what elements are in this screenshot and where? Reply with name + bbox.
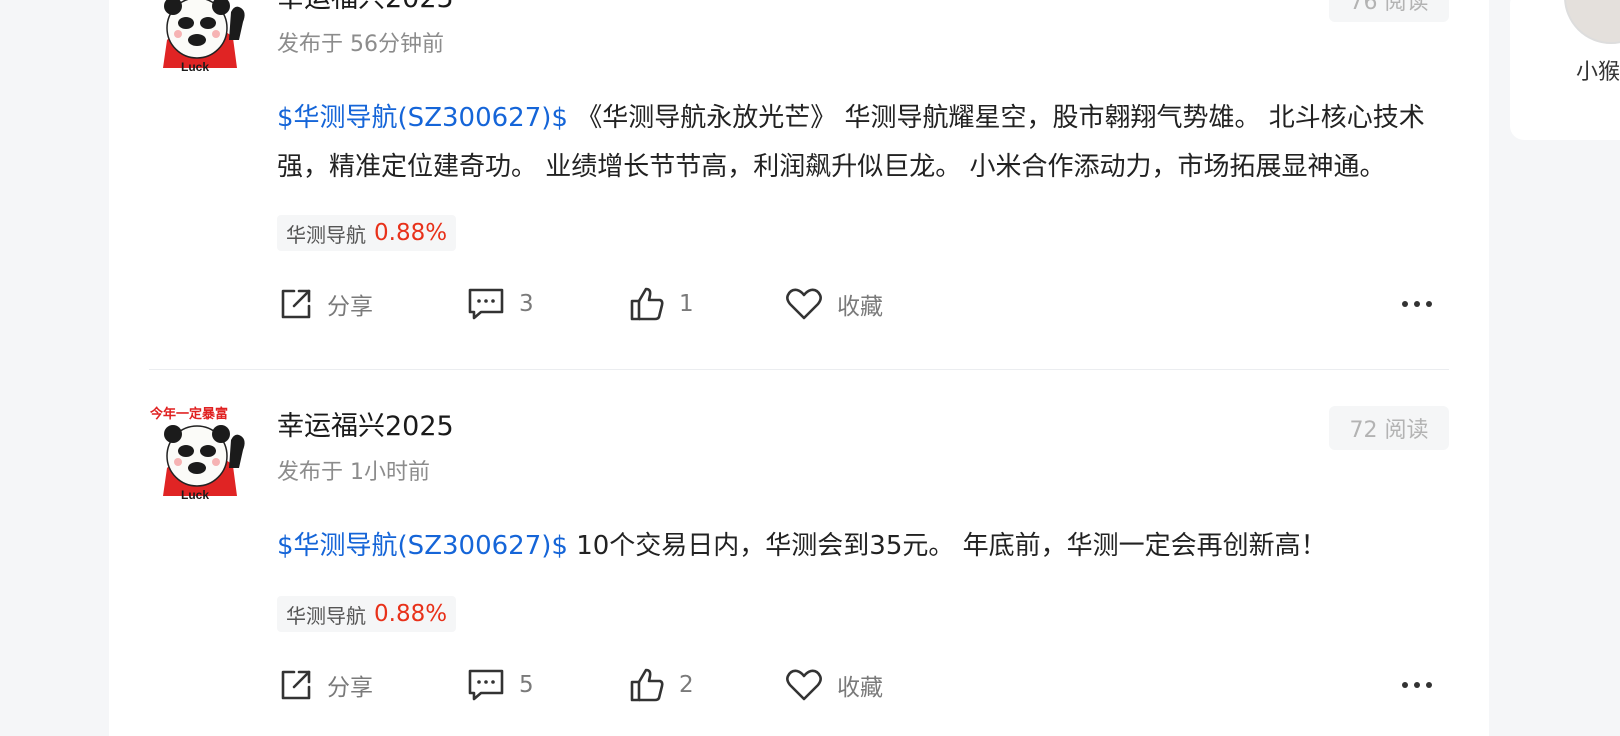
author-avatar[interactable]: 今年一定暴富 Luck [149, 406, 251, 504]
heart-icon [786, 669, 822, 701]
stock-tag[interactable]: 华测导航 0.88% [277, 596, 457, 632]
favorite-button[interactable]: 收藏 [785, 665, 883, 705]
author-avatar[interactable]: 今年一定暴富 Luck [149, 0, 251, 76]
stock-tag-name: 华测导航 [286, 603, 366, 628]
stock-tag-change: 0.88% [374, 601, 448, 627]
post-feed: 今年一定暴富 Luck 幸运福兴2025 发布于 56分钟前 76 阅读 $华测… [109, 0, 1489, 736]
sidebar-user-name[interactable]: 小猴 [1576, 54, 1620, 86]
post-time: 发布于 56分钟前 [277, 32, 444, 57]
share-button[interactable]: 分享 [279, 284, 373, 324]
share-label: 分享 [327, 675, 373, 701]
avatar-luck-text: Luck [181, 60, 209, 74]
post-content[interactable]: $华测导航(SZ300627)$ 《华测导航永放光芒》 华测导航耀星空，股市翱翔… [277, 94, 1449, 192]
share-button[interactable]: 分享 [279, 665, 373, 705]
post-divider [149, 369, 1449, 370]
read-count-badge: 72 阅读 [1329, 406, 1449, 450]
post-time: 发布于 1小时前 [277, 460, 430, 485]
share-icon [281, 289, 311, 319]
post-actions: 分享 5 2 收藏 [277, 665, 1449, 705]
post-actions: 分享 3 1 收藏 [277, 284, 1449, 324]
stock-link[interactable]: $华测导航(SZ300627)$ [277, 103, 568, 133]
stock-tag-change: 0.88% [374, 220, 448, 246]
avatar-luck-text: Luck [181, 488, 209, 502]
stock-tag[interactable]: 华测导航 0.88% [277, 215, 457, 251]
more-button[interactable] [1401, 665, 1447, 705]
stock-tag-name: 华测导航 [286, 222, 366, 247]
share-label: 分享 [327, 294, 373, 320]
like-icon [630, 668, 664, 702]
like-count: 1 [679, 291, 694, 317]
favorite-label: 收藏 [837, 675, 883, 701]
more-icon [1402, 682, 1432, 688]
author-name[interactable]: 幸运福兴2025 [277, 0, 454, 15]
favorite-label: 收藏 [837, 294, 883, 320]
like-button[interactable]: 2 [629, 665, 694, 705]
comment-count: 5 [519, 672, 534, 698]
heart-icon [786, 288, 822, 320]
comment-count: 3 [519, 291, 534, 317]
more-button[interactable] [1401, 284, 1447, 324]
comment-button[interactable]: 5 [467, 665, 534, 705]
like-icon [630, 287, 664, 321]
sidebar-user-card: 小猴 [1510, 0, 1620, 140]
like-count: 2 [679, 672, 694, 698]
avatar-caption: 今年一定暴富 [149, 406, 228, 421]
like-button[interactable]: 1 [629, 284, 694, 324]
more-icon [1402, 301, 1432, 307]
post-text: 10个交易日内，华测会到35元。 年底前，华测一定会再创新高！ [567, 531, 1327, 561]
share-icon [281, 670, 311, 700]
post-content[interactable]: $华测导航(SZ300627)$ 10个交易日内，华测会到35元。 年底前，华测… [277, 522, 1449, 571]
read-count-badge: 76 阅读 [1329, 0, 1449, 22]
stock-link[interactable]: $华测导航(SZ300627)$ [277, 531, 568, 561]
author-name[interactable]: 幸运福兴2025 [277, 404, 454, 443]
comment-icon [468, 669, 504, 701]
sidebar-user-avatar[interactable] [1564, 0, 1620, 44]
comment-icon [468, 288, 504, 320]
favorite-button[interactable]: 收藏 [785, 284, 883, 324]
comment-button[interactable]: 3 [467, 284, 534, 324]
